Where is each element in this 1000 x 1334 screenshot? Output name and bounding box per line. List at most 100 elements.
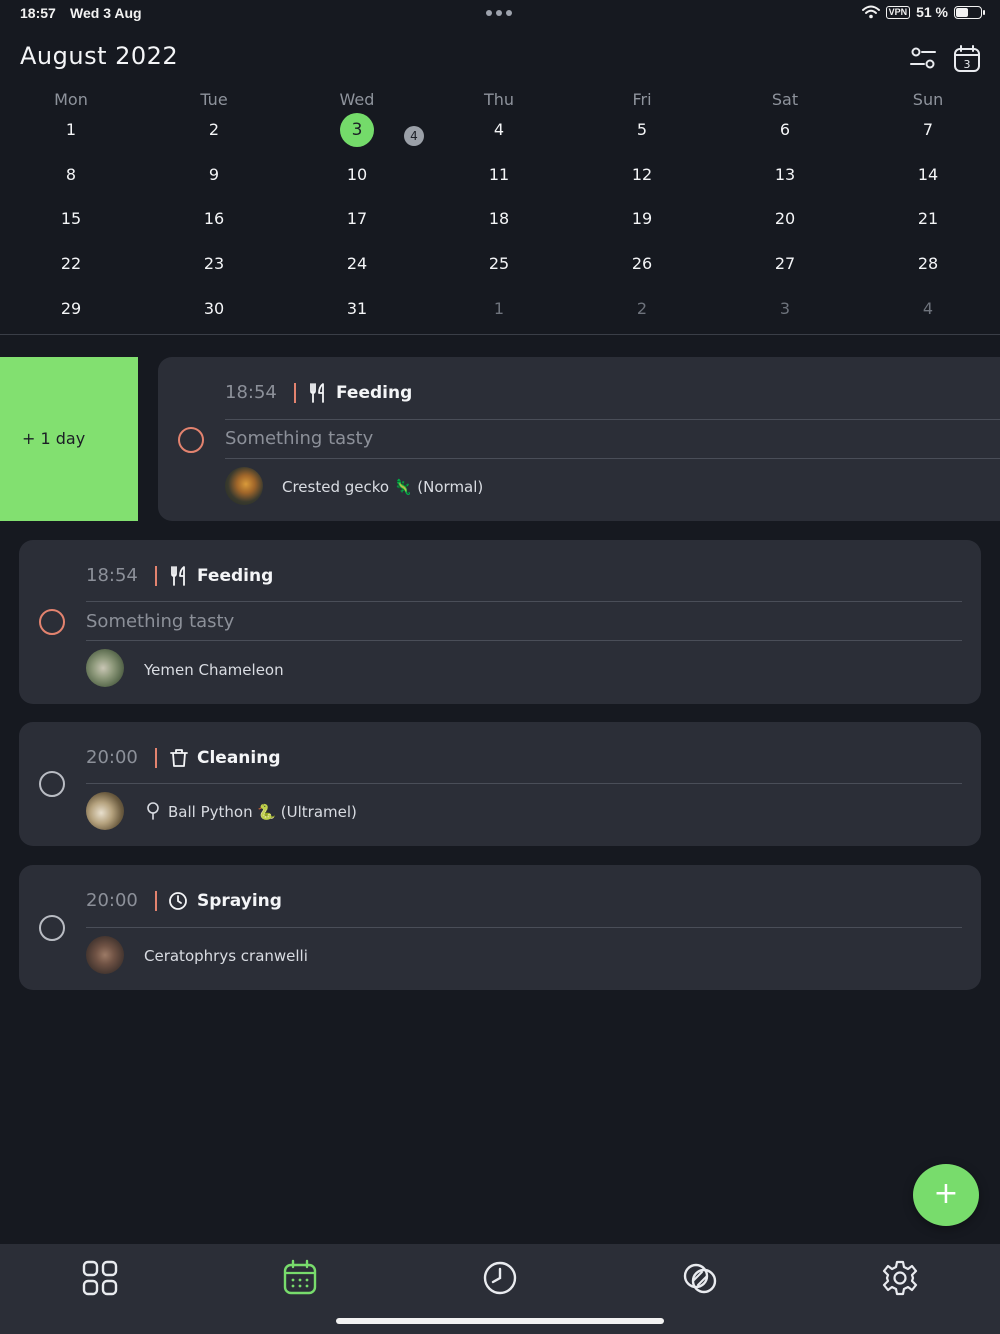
animal-avatar — [225, 467, 263, 505]
weekday-label: Thu — [483, 90, 515, 109]
calendar-day[interactable]: 10 — [307, 159, 407, 191]
animal-name: Yemen Chameleon — [144, 661, 284, 679]
calendar-day[interactable]: 29 — [21, 293, 121, 325]
animal-avatar — [86, 792, 124, 830]
multitasking-dots-icon[interactable] — [486, 10, 512, 16]
calendar-day[interactable]: 27 — [735, 248, 835, 280]
calendar-day[interactable]: 31 — [307, 293, 407, 325]
calendar-day[interactable]: 9 — [164, 159, 264, 191]
postpone-one-day-button[interactable]: + 1 day — [0, 357, 138, 521]
event-count-badge: 4 — [404, 126, 424, 146]
weekday-header: Mon Tue Wed Thu Fri Sat Sun — [0, 90, 1000, 110]
divider — [86, 927, 962, 928]
calendar-day[interactable]: 21 — [878, 203, 978, 235]
task-time: 20:00 — [86, 890, 138, 911]
calendar-day[interactable]: 3 — [735, 293, 835, 325]
task-type: Feeding — [197, 566, 274, 586]
task-note: Something tasty — [225, 428, 374, 449]
separator — [155, 566, 157, 586]
calendar-day[interactable]: 4 — [878, 293, 978, 325]
divider — [225, 419, 1000, 420]
weekday-label: Tue — [200, 90, 228, 109]
animal-name: Ball Python 🐍 (Ultramel) — [168, 803, 357, 821]
battery-percent: 51 % — [916, 4, 948, 20]
animal-avatar — [86, 649, 124, 687]
animal-name: Crested gecko 🦎 (Normal) — [282, 478, 484, 496]
utensils-icon — [310, 383, 324, 403]
calendar-day[interactable]: 13 — [735, 159, 835, 191]
weekday-label: Sat — [771, 90, 799, 109]
dashboard-icon[interactable] — [80, 1258, 120, 1298]
calendar-day[interactable]: 30 — [164, 293, 264, 325]
calendar-day[interactable]: 3 — [307, 113, 407, 147]
task-type: Cleaning — [197, 748, 281, 768]
status-indicators: VPN 51 % — [861, 4, 985, 20]
calendar-day[interactable]: 6 — [735, 114, 835, 146]
calendar-day[interactable]: 19 — [592, 203, 692, 235]
month-title[interactable]: August 2022 — [20, 42, 178, 70]
calendar-day[interactable]: 16 — [164, 203, 264, 235]
task-complete-toggle[interactable] — [178, 427, 204, 453]
calendar-day[interactable]: 2 — [164, 114, 264, 146]
status-date: Wed 3 Aug — [70, 5, 142, 21]
task-time: 18:54 — [86, 565, 138, 586]
clock-icon[interactable] — [480, 1258, 520, 1298]
task-card[interactable]: 20:00 Spraying Ceratophrys cranwelli — [19, 865, 981, 990]
today-marker[interactable]: 3 — [340, 113, 374, 147]
animals-icon[interactable] — [680, 1258, 720, 1298]
utensils-icon — [171, 566, 185, 586]
divider — [86, 783, 962, 784]
task-complete-toggle[interactable] — [39, 771, 65, 797]
task-type: Feeding — [336, 383, 413, 403]
calendar-day[interactable]: 4 — [449, 114, 549, 146]
weekday-label: Fri — [632, 90, 652, 109]
trash-icon — [170, 749, 188, 767]
calendar-day[interactable]: 7 — [878, 114, 978, 146]
divider — [86, 640, 962, 641]
task-card[interactable]: 18:54 Feeding Something tasty Yemen Cham… — [19, 540, 981, 704]
wifi-icon — [861, 5, 880, 19]
task-time: 20:00 — [86, 747, 138, 768]
calendar-day[interactable]: 24 — [307, 248, 407, 280]
calendar-day[interactable]: 1 — [21, 114, 121, 146]
animal-avatar — [86, 936, 124, 974]
calendar-day[interactable]: 20 — [735, 203, 835, 235]
task-note: Something tasty — [86, 611, 235, 632]
status-time: 18:57 — [20, 5, 56, 21]
svg-text:3: 3 — [964, 58, 971, 71]
task-type: Spraying — [197, 891, 282, 911]
calendar-day[interactable]: 22 — [21, 248, 121, 280]
weekday-label: Sun — [912, 90, 944, 109]
settings-icon[interactable] — [880, 1258, 920, 1298]
calendar-day[interactable]: 17 — [307, 203, 407, 235]
calendar-day[interactable]: 2 — [592, 293, 692, 325]
calendar-day[interactable]: 8 — [21, 159, 121, 191]
calendar-today-icon[interactable]: 3 — [952, 44, 982, 74]
task-card[interactable]: 18:54 Feeding Something tasty Crested ge… — [158, 357, 1000, 521]
calendar-day[interactable]: 12 — [592, 159, 692, 191]
battery-icon — [954, 5, 985, 19]
separator — [294, 383, 296, 403]
separator — [155, 891, 157, 911]
task-complete-toggle[interactable] — [39, 609, 65, 635]
divider — [86, 601, 962, 602]
calendar-day[interactable]: 11 — [449, 159, 549, 191]
divider — [225, 458, 1000, 459]
filter-icon[interactable] — [908, 44, 938, 74]
calendar-day[interactable]: 5 — [592, 114, 692, 146]
add-task-button[interactable]: + — [913, 1164, 979, 1226]
home-indicator[interactable] — [336, 1318, 664, 1324]
location-pin-icon — [147, 802, 159, 820]
calendar-day[interactable]: 25 — [449, 248, 549, 280]
calendar-day[interactable]: 23 — [164, 248, 264, 280]
task-card[interactable]: 20:00 Cleaning Ball Python 🐍 (Ultramel) — [19, 722, 981, 846]
calendar-day[interactable]: 26 — [592, 248, 692, 280]
calendar-day[interactable]: 1 — [449, 293, 549, 325]
calendar-day[interactable]: 28 — [878, 248, 978, 280]
calendar-day[interactable]: 15 — [21, 203, 121, 235]
calendar-day[interactable]: 18 — [449, 203, 549, 235]
task-complete-toggle[interactable] — [39, 915, 65, 941]
vpn-badge: VPN — [885, 5, 911, 19]
calendar-day[interactable]: 14 — [878, 159, 978, 191]
calendar-icon[interactable] — [280, 1258, 320, 1298]
